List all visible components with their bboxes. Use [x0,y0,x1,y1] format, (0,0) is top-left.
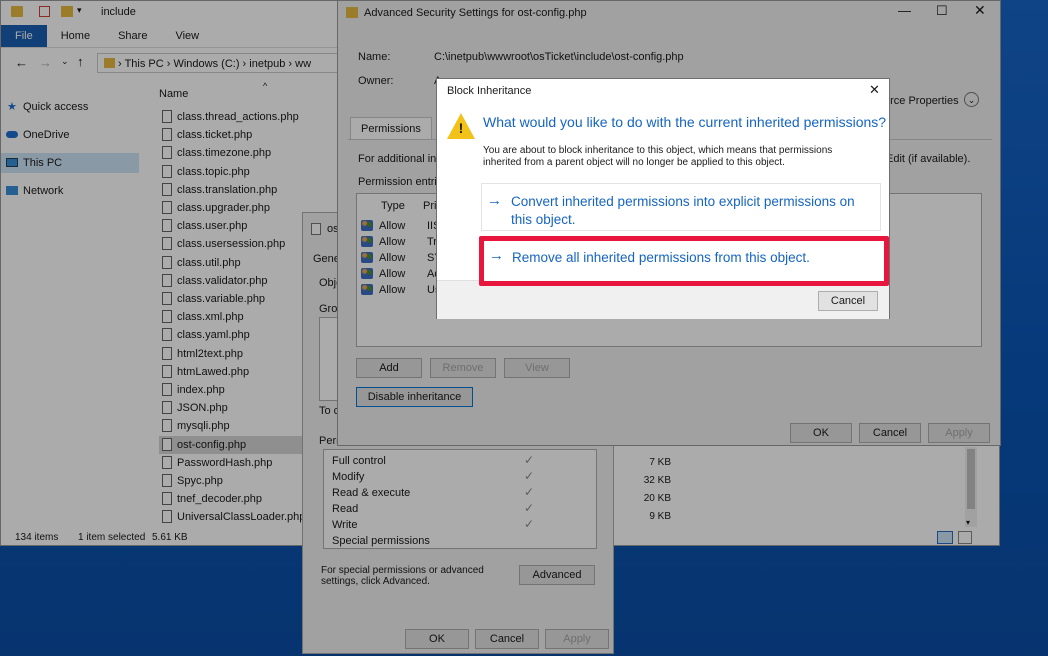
arrow-right-icon: → [487,192,502,209]
cancel-button[interactable]: Cancel [818,291,878,311]
dialog-description: You are about to block inheritance to th… [483,145,833,168]
dialog-heading: What would you like to do with the curre… [483,114,887,130]
arrow-right-icon: → [489,247,504,264]
close-icon[interactable]: ✕ [869,82,880,98]
option-remove-highlight[interactable]: → Remove all inherited permissions from … [479,236,889,286]
option-remove-permissions[interactable]: Remove all inherited permissions from th… [512,249,872,267]
warning-mark: ! [458,120,464,136]
dialog-title: Block Inheritance [447,85,532,97]
option-convert-permissions[interactable]: Convert inherited permissions into expli… [511,193,875,229]
